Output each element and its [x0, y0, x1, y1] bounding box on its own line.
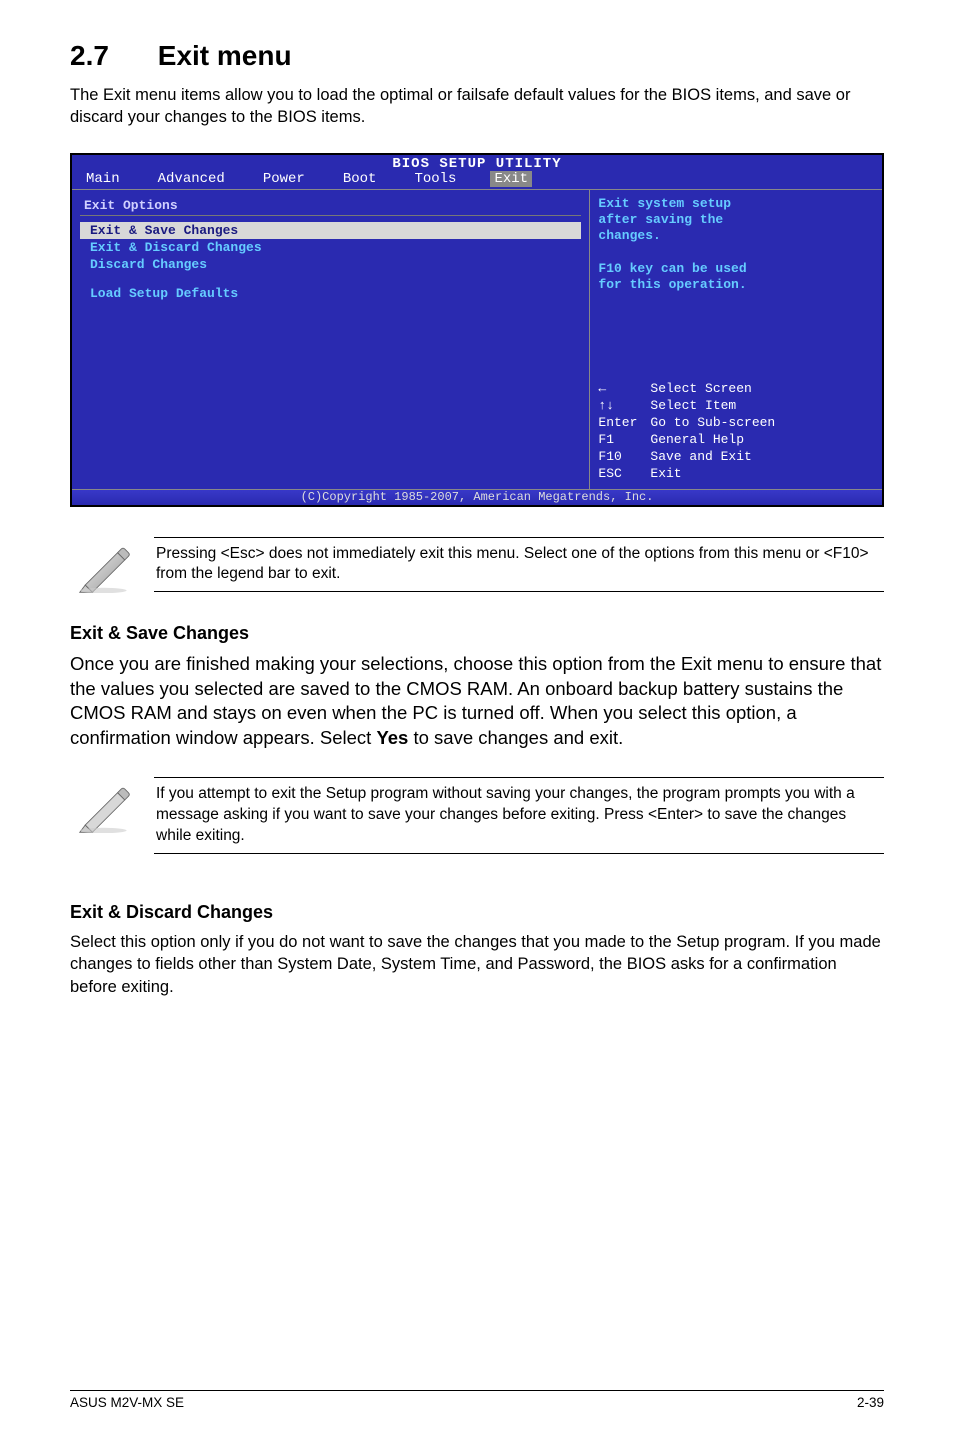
bios-screenshot: BIOS SETUP UTILITY Main Advanced Power B…	[70, 153, 884, 507]
bios-option-exit-discard: Exit & Discard Changes	[80, 239, 581, 256]
note-text-1: Pressing <Esc> does not immediately exit…	[154, 537, 884, 593]
bios-option-exit-save: Exit & Save Changes	[80, 222, 581, 239]
intro-paragraph: The Exit menu items allow you to load th…	[70, 84, 884, 129]
section-title-text: Exit menu	[158, 40, 292, 71]
bios-title: BIOS SETUP UTILITY	[72, 155, 882, 171]
note-block-2: If you attempt to exit the Setup program…	[70, 777, 884, 854]
bios-tab-power: Power	[259, 171, 309, 187]
bios-copyright: (C)Copyright 1985-2007, American Megatre…	[72, 489, 882, 505]
page-footer: ASUS M2V-MX SE 2-39	[70, 1390, 884, 1410]
footer-left: ASUS M2V-MX SE	[70, 1395, 184, 1410]
bios-option-discard: Discard Changes	[80, 256, 581, 273]
bios-right-panel: Exit system setup after saving the chang…	[590, 190, 882, 489]
note-text-2: If you attempt to exit the Setup program…	[154, 777, 884, 854]
bios-tab-advanced: Advanced	[154, 171, 229, 187]
bios-options-heading: Exit Options	[80, 196, 581, 216]
section-number: 2.7	[70, 40, 150, 72]
bios-tab-boot: Boot	[339, 171, 381, 187]
para-exit-save: Once you are finished making your select…	[70, 652, 884, 752]
footer-right: 2-39	[857, 1395, 884, 1410]
note-block-1: Pressing <Esc> does not immediately exit…	[70, 537, 884, 593]
bios-option-load-defaults: Load Setup Defaults	[80, 285, 581, 302]
subheading-exit-save: Exit & Save Changes	[70, 623, 884, 644]
bios-tab-main: Main	[82, 171, 124, 187]
para-exit-discard: Select this option only if you do not wa…	[70, 931, 884, 998]
pencil-icon	[78, 543, 132, 593]
bios-help-text: Exit system setup after saving the chang…	[598, 196, 874, 294]
bios-tab-exit: Exit	[490, 171, 532, 187]
bios-left-panel: Exit Options Exit & Save Changes Exit & …	[72, 190, 590, 489]
bios-tab-tools: Tools	[410, 171, 460, 187]
section-heading: 2.7 Exit menu	[70, 40, 884, 72]
subheading-exit-discard: Exit & Discard Changes	[70, 902, 884, 923]
bios-key-legend: ←Select Screen ↑↓Select Item EnterGo to …	[598, 381, 874, 482]
pencil-icon	[78, 783, 132, 833]
bios-tab-bar: Main Advanced Power Boot Tools Exit	[72, 171, 882, 189]
